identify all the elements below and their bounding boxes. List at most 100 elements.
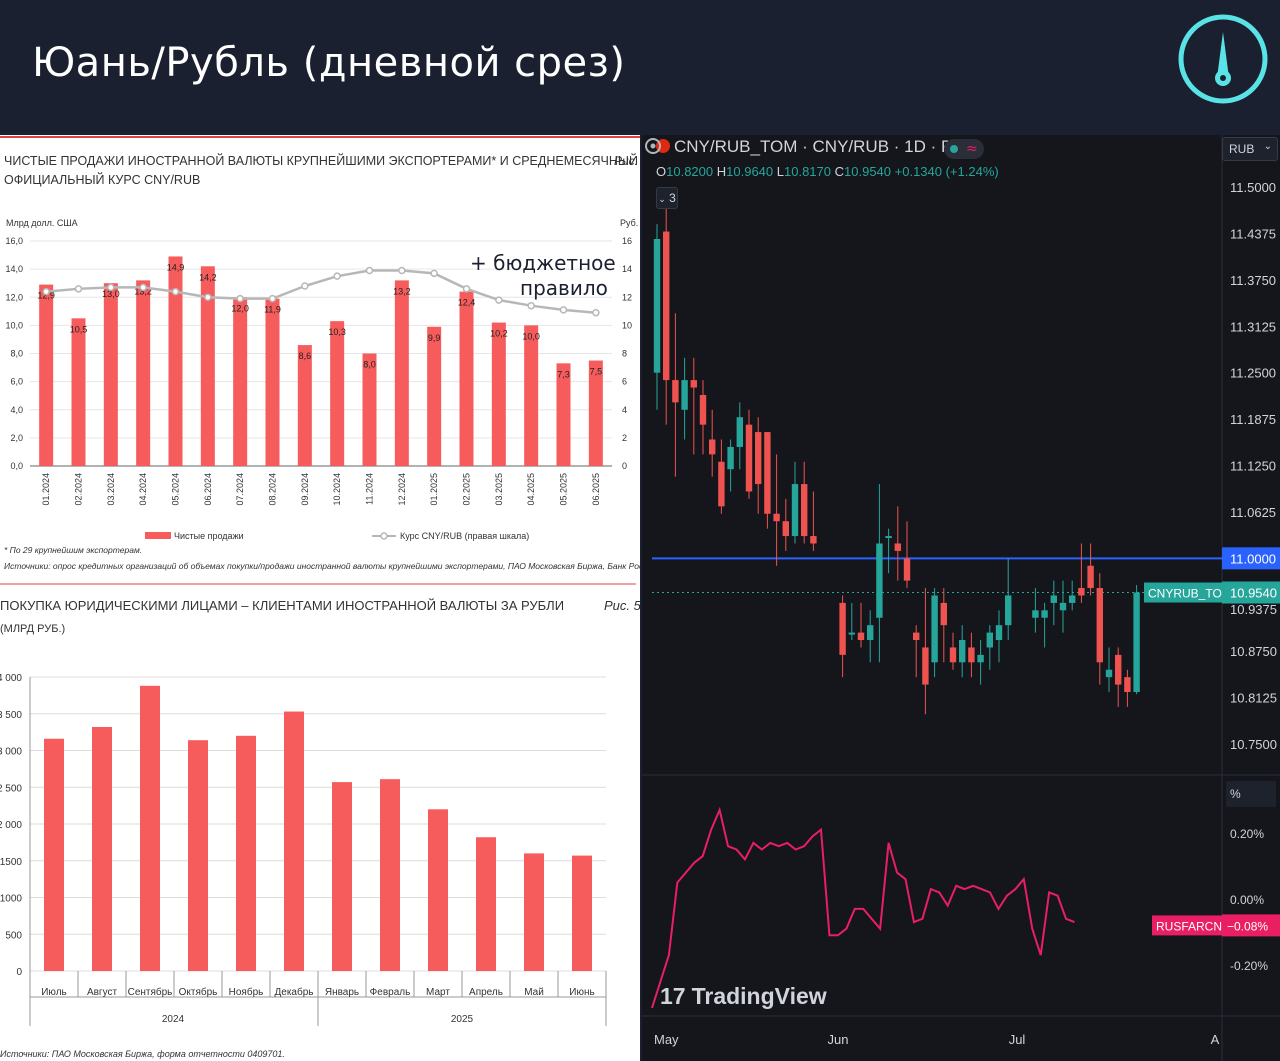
chart1-ytick-right: 10: [622, 320, 632, 330]
left-charts-panel: ЧИСТЫЕ ПРОДАЖИ ИНОСТРАННОЙ ВАЛЮТЫ КРУПНЕ…: [0, 135, 640, 1061]
chart2-xtick: Май: [524, 987, 544, 998]
chart2-ytick: 4 000: [0, 673, 22, 684]
chart2-bar: [284, 711, 304, 971]
compass-logo-icon: [1178, 14, 1268, 104]
tradingview-logo-icon: 17: [660, 983, 686, 1009]
chart1-bar: [265, 298, 280, 466]
candle-body: [922, 647, 929, 685]
currency-selector[interactable]: RUB ⌄: [1222, 137, 1278, 161]
page-title: Юань/Рубль (дневной срез): [32, 40, 626, 86]
chart2-unit: (МЛРД РУБ.): [0, 623, 65, 635]
price-tick: 10.7500: [1230, 737, 1277, 752]
chart2-source: Источники: ПАО Московская Биржа, форма о…: [0, 1049, 285, 1059]
chart1-rate-point: [74, 285, 83, 293]
candle-body: [894, 543, 901, 551]
indicators-collapse-button[interactable]: ⌄ 3: [656, 187, 678, 209]
indicator-scale-selector[interactable]: %: [1226, 781, 1276, 807]
chart1-xtick: 01.2024: [41, 473, 51, 506]
chart1-title-line1: ЧИСТЫЕ ПРОДАЖИ ИНОСТРАННОЙ ВАЛЮТЫ КРУПНЕ…: [4, 153, 638, 168]
candle-body: [876, 543, 883, 618]
candle-body: [1124, 677, 1131, 693]
chart2-xtick: Февраль: [370, 987, 411, 998]
chevron-down-icon: ⌄: [1263, 141, 1272, 152]
chart1-data-label: 8,6: [299, 351, 312, 361]
chart1-bar: [524, 325, 539, 466]
chart1-ytick-left: 8,0: [10, 349, 23, 359]
budget-rule-annotation-line2: правило: [520, 276, 608, 300]
candle-body: [690, 380, 697, 388]
chart1-xtick: 06.2024: [203, 473, 213, 506]
chart1-ytick-right: 0: [622, 461, 627, 471]
chart1-xtick: 02.2024: [74, 473, 84, 506]
time-tick: Jul: [1009, 1032, 1026, 1047]
chart2-bar: [92, 726, 112, 971]
price-tick: 10.8750: [1230, 644, 1277, 659]
chart1-bar: [39, 284, 54, 466]
candle-body: [1105, 669, 1113, 678]
candle-body: [1041, 610, 1048, 618]
chart2-bar: [236, 735, 256, 971]
chart2-ytick: 1000: [0, 894, 22, 905]
price-tick: 11.3125: [1230, 319, 1276, 334]
chart1-data-label: 14,2: [199, 272, 217, 282]
candle-body: [995, 625, 1003, 641]
chart1-xtick: 07.2024: [235, 473, 245, 506]
candle-body: [663, 231, 670, 381]
chart1-bar: [297, 345, 312, 466]
candle-body: [699, 394, 707, 425]
chart1-rate-point: [592, 308, 600, 317]
candle-body: [949, 647, 957, 663]
chart2-xtick: Июнь: [569, 987, 594, 998]
chart1-source: Источники: опрос кредитных организаций о…: [4, 561, 640, 571]
chart2-xtick: Июль: [41, 987, 67, 998]
candle-body: [1005, 595, 1012, 626]
chart1-data-label: 9,9: [428, 333, 441, 343]
chart1-rate-point: [236, 294, 244, 303]
candle-body: [1050, 595, 1057, 603]
chart2-bar: [188, 740, 208, 971]
time-tick: Jun: [828, 1032, 849, 1047]
chart1-rate-point: [301, 282, 309, 290]
tradingview-logo[interactable]: 17 TradingView: [660, 983, 827, 1010]
budget-rule-annotation-line1: + бюджетное: [470, 251, 616, 275]
chart1-rate-point: [527, 301, 535, 310]
chart1-footnote: * По 29 крупнейшим экспортерам.: [4, 545, 142, 555]
chart1-rate-point: [430, 269, 438, 278]
indicator-tick: 0.00%: [1230, 893, 1264, 907]
legend-line-label: Курс CNY/RUB (правая шкала): [400, 531, 529, 541]
symbol-legend[interactable]: CNY/RUB_TOM · CNY/RUB · 1D · RUS: [656, 137, 977, 157]
chart1-rate-point: [204, 293, 212, 301]
gear-icon[interactable]: [642, 135, 664, 157]
candle-body: [839, 602, 846, 655]
chart1-data-label: 7,3: [557, 369, 570, 379]
candle-body: [727, 446, 734, 470]
chart2-bar: [572, 855, 592, 971]
candle-body: [1096, 588, 1103, 663]
chart1-ytick-left: 2,0: [10, 433, 23, 443]
chart1-rate-point: [462, 285, 471, 293]
chart1-xtick: 04.2025: [526, 473, 536, 506]
candle-body: [681, 380, 688, 410]
chart1-ytick-right: 12: [622, 292, 632, 302]
chart1-title-line2: ОФИЦИАЛЬНЫЙ КУРС CNY/RUB: [4, 172, 200, 187]
price-tick: 10.9375: [1230, 602, 1277, 617]
chart2-ytick: 1500: [0, 857, 22, 868]
tradingview-chart-svg: 0.20% 0.00% -0.20% RUSFARCNY−0.08% 11.5000 1…: [642, 135, 1280, 1061]
symbol-title: CNY/RUB_TOM · CNY/RUB · 1D · RUS: [674, 137, 977, 156]
level-price-label: 11.0000: [1230, 551, 1276, 566]
candle-body: [1069, 595, 1076, 603]
chart2-bar: [44, 738, 64, 971]
legend-bar-swatch: [145, 532, 171, 539]
chart2-bar: [476, 837, 496, 971]
time-tick: May: [654, 1032, 679, 1047]
candle-body: [745, 424, 753, 492]
chart1-data-label: 10,2: [490, 329, 508, 339]
chart1-data-label: 10,5: [70, 324, 88, 334]
chart1-ytick-left: 4,0: [10, 405, 23, 415]
chart1-data-label: 14,9: [167, 262, 185, 272]
market-status-badge[interactable]: ≈: [944, 139, 984, 159]
chart2-xtick: Ноябрь: [229, 986, 264, 998]
chart1-rate-point: [42, 287, 50, 296]
chart2-xtick: Декабрь: [275, 986, 314, 998]
chart1-ytick-left: 14,0: [5, 264, 23, 274]
